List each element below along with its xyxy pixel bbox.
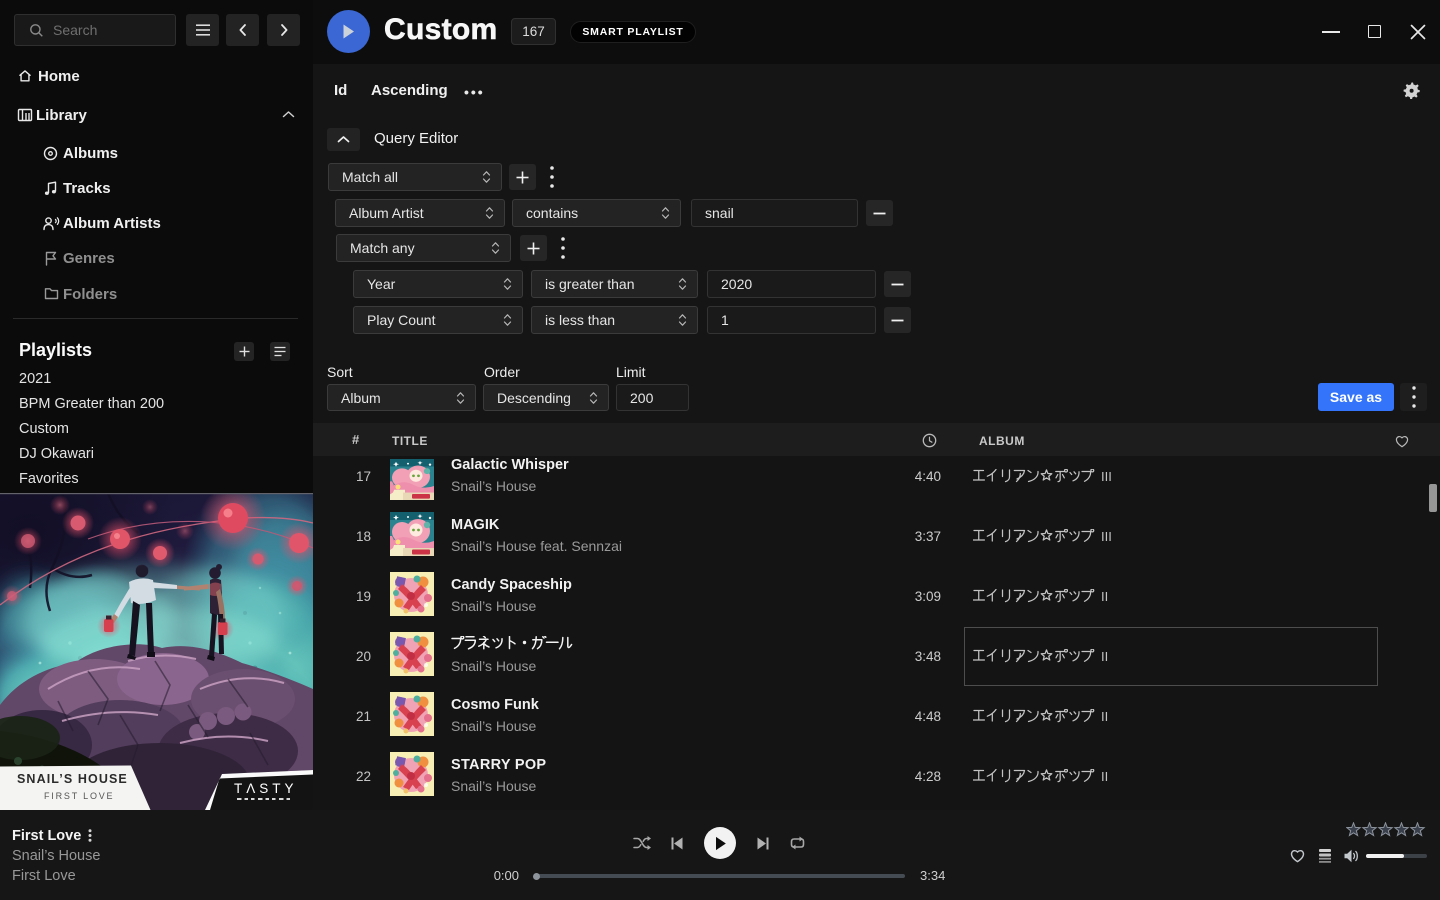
- svg-text:TΛSTY: TΛSTY: [234, 781, 298, 796]
- svg-text:SNAIL’S HOUSE: SNAIL’S HOUSE: [17, 772, 128, 786]
- svg-text:FIRST LOVE: FIRST LOVE: [44, 791, 114, 801]
